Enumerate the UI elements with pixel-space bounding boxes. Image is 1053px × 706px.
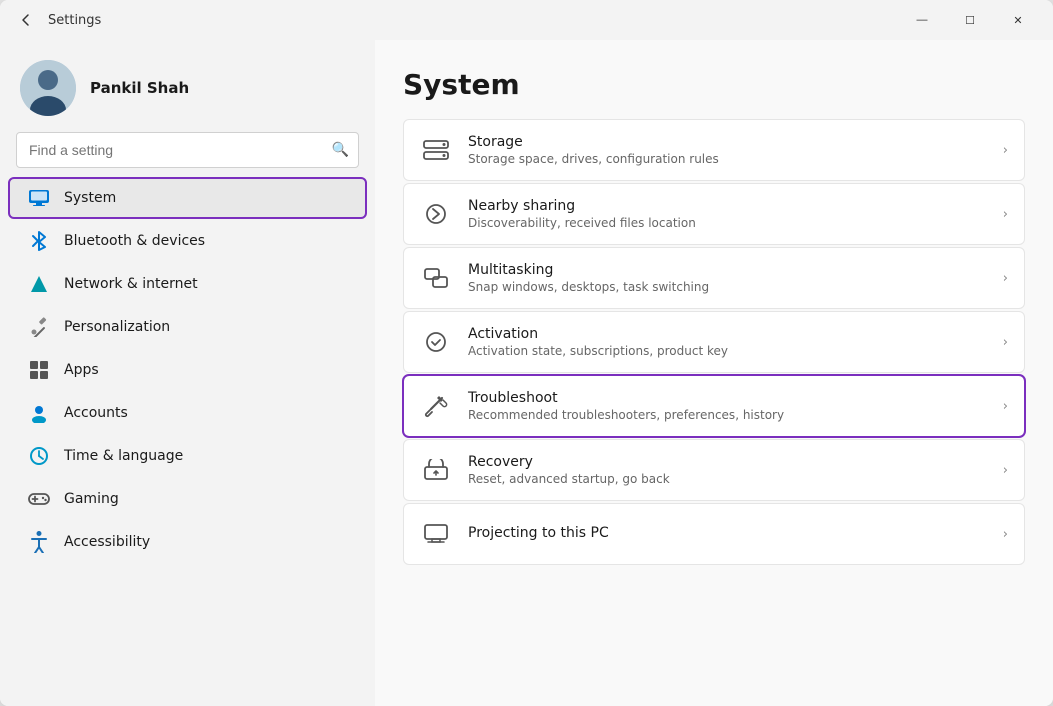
window-controls: — ☐ ✕ [899, 4, 1041, 36]
sidebar-item-network[interactable]: Network & internet [8, 263, 367, 305]
recovery-title: Recovery [468, 454, 987, 470]
time-icon [28, 445, 50, 467]
apps-icon [28, 359, 50, 381]
storage-subtitle: Storage space, drives, configuration rul… [468, 152, 987, 166]
titlebar-title: Settings [48, 13, 101, 28]
sidebar-nav: System Bluetooth & devices [0, 176, 375, 564]
recovery-chevron: › [1003, 463, 1008, 478]
nearby-sharing-subtitle: Discoverability, received files location [468, 216, 987, 230]
titlebar-left: Settings [12, 6, 889, 34]
settings-item-troubleshoot[interactable]: Troubleshoot Recommended troubleshooters… [403, 375, 1025, 437]
personalization-icon [28, 316, 50, 338]
search-box: 🔍 [16, 132, 359, 168]
settings-window: Settings — ☐ ✕ Pankil Shah [0, 0, 1053, 706]
sidebar-label-system: System [64, 190, 116, 206]
sidebar-label-time: Time & language [64, 448, 183, 464]
sidebar-item-system[interactable]: System [8, 177, 367, 219]
sidebar-label-apps: Apps [64, 362, 99, 378]
sidebar-item-accessibility[interactable]: Accessibility [8, 521, 367, 563]
sidebar-label-personalization: Personalization [64, 319, 170, 335]
settings-item-recovery[interactable]: Recovery Reset, advanced startup, go bac… [403, 439, 1025, 501]
sidebar-item-personalization[interactable]: Personalization [8, 306, 367, 348]
nearby-sharing-title: Nearby sharing [468, 198, 987, 214]
user-section: Pankil Shah [0, 40, 375, 132]
sidebar-label-accounts: Accounts [64, 405, 128, 421]
troubleshoot-text: Troubleshoot Recommended troubleshooters… [468, 390, 987, 422]
search-icon: 🔍 [332, 142, 349, 158]
activation-icon [420, 326, 452, 358]
sidebar-item-apps[interactable]: Apps [8, 349, 367, 391]
troubleshoot-icon [420, 390, 452, 422]
maximize-button[interactable]: ☐ [947, 4, 993, 36]
system-icon [28, 187, 50, 209]
activation-chevron: › [1003, 335, 1008, 350]
settings-item-activation[interactable]: Activation Activation state, subscriptio… [403, 311, 1025, 373]
settings-item-multitasking[interactable]: Multitasking Snap windows, desktops, tas… [403, 247, 1025, 309]
sidebar-item-gaming[interactable]: Gaming [8, 478, 367, 520]
page-title: System [403, 68, 1025, 101]
troubleshoot-chevron: › [1003, 399, 1008, 414]
minimize-button[interactable]: — [899, 4, 945, 36]
avatar [20, 60, 76, 116]
recovery-icon [420, 454, 452, 486]
gaming-icon [28, 488, 50, 510]
network-icon [28, 273, 50, 295]
nearby-sharing-icon [420, 198, 452, 230]
projecting-icon [420, 518, 452, 550]
projecting-chevron: › [1003, 527, 1008, 542]
multitasking-icon [420, 262, 452, 294]
sidebar: Pankil Shah 🔍 [0, 40, 375, 706]
multitasking-text: Multitasking Snap windows, desktops, tas… [468, 262, 987, 294]
settings-item-projecting[interactable]: Projecting to this PC › [403, 503, 1025, 565]
close-button[interactable]: ✕ [995, 4, 1041, 36]
projecting-text: Projecting to this PC [468, 525, 987, 543]
multitasking-subtitle: Snap windows, desktops, task switching [468, 280, 987, 294]
settings-item-storage[interactable]: Storage Storage space, drives, configura… [403, 119, 1025, 181]
username: Pankil Shah [90, 79, 189, 97]
content-area: Pankil Shah 🔍 [0, 40, 1053, 706]
sidebar-item-accounts[interactable]: Accounts [8, 392, 367, 434]
storage-chevron: › [1003, 143, 1008, 158]
projecting-title: Projecting to this PC [468, 525, 987, 541]
activation-text: Activation Activation state, subscriptio… [468, 326, 987, 358]
nearby-sharing-chevron: › [1003, 207, 1008, 222]
accounts-icon [28, 402, 50, 424]
back-button[interactable] [12, 6, 40, 34]
search-input[interactable] [16, 132, 359, 168]
storage-item-text: Storage Storage space, drives, configura… [468, 134, 987, 166]
sidebar-item-time[interactable]: Time & language [8, 435, 367, 477]
nearby-sharing-text: Nearby sharing Discoverability, received… [468, 198, 987, 230]
settings-list: Storage Storage space, drives, configura… [403, 119, 1025, 565]
multitasking-title: Multitasking [468, 262, 987, 278]
settings-item-nearby-sharing[interactable]: Nearby sharing Discoverability, received… [403, 183, 1025, 245]
sidebar-label-gaming: Gaming [64, 491, 119, 507]
troubleshoot-subtitle: Recommended troubleshooters, preferences… [468, 408, 987, 422]
recovery-text: Recovery Reset, advanced startup, go bac… [468, 454, 987, 486]
activation-title: Activation [468, 326, 987, 342]
bluetooth-icon [28, 230, 50, 252]
titlebar: Settings — ☐ ✕ [0, 0, 1053, 40]
storage-icon [420, 134, 452, 166]
multitasking-chevron: › [1003, 271, 1008, 286]
sidebar-label-accessibility: Accessibility [64, 534, 150, 550]
recovery-subtitle: Reset, advanced startup, go back [468, 472, 987, 486]
accessibility-icon [28, 531, 50, 553]
sidebar-item-bluetooth[interactable]: Bluetooth & devices [8, 220, 367, 262]
sidebar-label-network: Network & internet [64, 276, 198, 292]
main-content: System Storage Storage space, d [375, 40, 1053, 706]
activation-subtitle: Activation state, subscriptions, product… [468, 344, 987, 358]
sidebar-label-bluetooth: Bluetooth & devices [64, 233, 205, 249]
storage-title: Storage [468, 134, 987, 150]
troubleshoot-title: Troubleshoot [468, 390, 987, 406]
